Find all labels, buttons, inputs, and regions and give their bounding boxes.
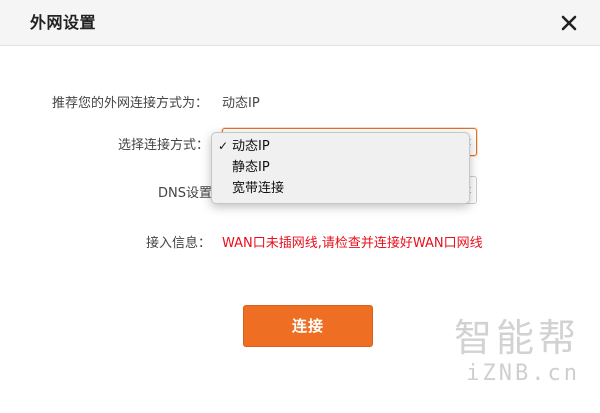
recommend-value: 动态IP bbox=[222, 96, 260, 111]
watermark-logo-text: 智能帮 bbox=[453, 316, 580, 360]
connection-type-dropdown: ✓ 动态IP 静态IP 宽带连接 bbox=[211, 132, 470, 204]
dropdown-option-static-ip[interactable]: 静态IP bbox=[212, 157, 469, 178]
connect-button[interactable]: 连接 bbox=[243, 305, 373, 347]
wan-settings-dialog: 外网设置 推荐您的外网连接方式为： 动态IP 选择连接方式： DNS设置 接入信… bbox=[0, 0, 600, 413]
dropdown-option-label: 静态IP bbox=[232, 160, 270, 175]
watermark-url: iZNB.cn bbox=[466, 361, 580, 386]
watermark: 智能帮 iZNB.cn bbox=[454, 316, 580, 388]
dropdown-option-label: 动态IP bbox=[232, 139, 270, 154]
access-info-message: WAN口未插网线,请检查并连接好WAN口网线 bbox=[222, 236, 483, 251]
checkmark-icon: ✓ bbox=[218, 139, 229, 153]
dialog-title: 外网设置 bbox=[30, 13, 97, 32]
access-info-label: 接入信息： bbox=[146, 236, 212, 251]
recommend-label: 推荐您的外网连接方式为： bbox=[52, 96, 209, 111]
dns-label: DNS设置 bbox=[158, 186, 212, 201]
connection-type-label: 选择连接方式： bbox=[118, 138, 210, 153]
dropdown-option-dynamic-ip[interactable]: ✓ 动态IP bbox=[212, 136, 469, 157]
dropdown-option-pppoe[interactable]: 宽带连接 bbox=[212, 178, 469, 199]
dialog-header: 外网设置 bbox=[0, 0, 600, 46]
dropdown-option-label: 宽带连接 bbox=[232, 181, 285, 196]
close-icon[interactable] bbox=[559, 13, 579, 33]
